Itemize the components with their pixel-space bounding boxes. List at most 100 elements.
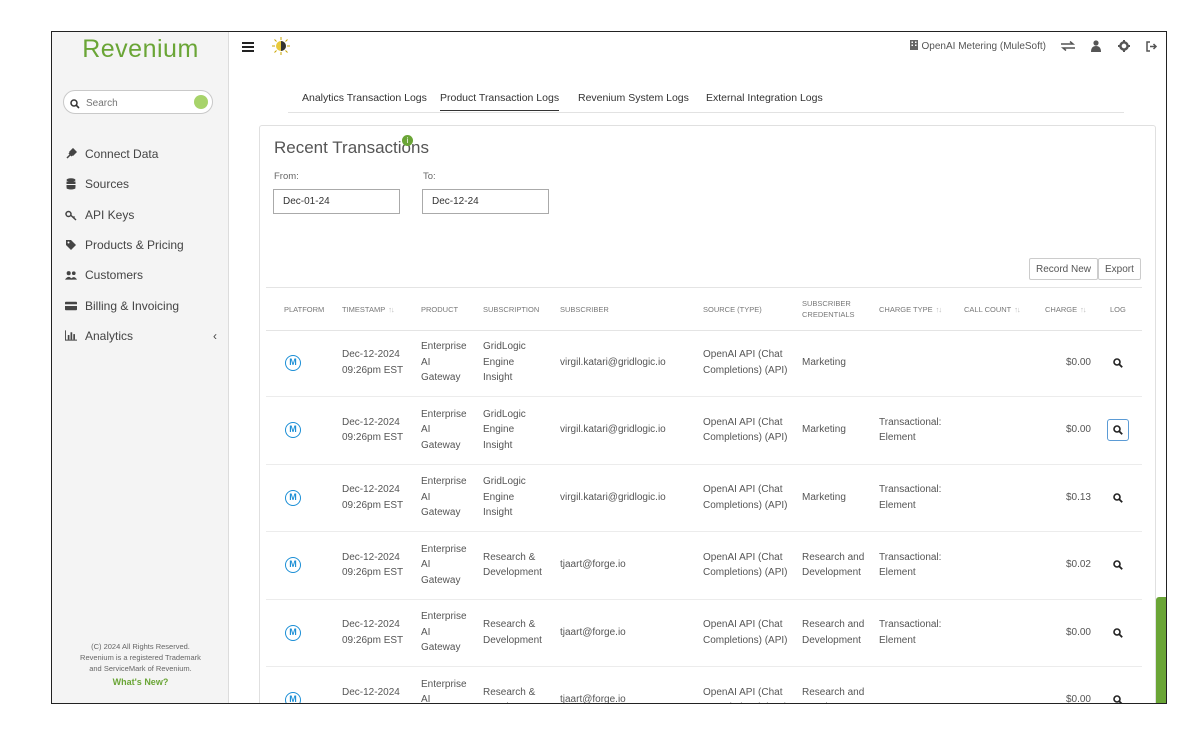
logout-icon[interactable]: [1144, 39, 1160, 53]
tag-icon: [65, 239, 77, 251]
sidebar-item-customers[interactable]: Customers: [65, 260, 217, 290]
subscriber-cell: virgil.katari@gridlogic.io: [560, 491, 666, 503]
view-log-button[interactable]: [1107, 487, 1129, 509]
tab-revenium-system-logs[interactable]: Revenium System Logs: [578, 92, 689, 110]
charge-type-cell: Transactional: Element: [879, 551, 942, 579]
sidebar-item-analytics[interactable]: Analytics ‹: [65, 321, 217, 351]
credentials-cell: Research andDevelopment: [802, 686, 865, 704]
column-header-charge[interactable]: CHARGE ↑↓: [1045, 288, 1087, 330]
menu-icon[interactable]: [242, 39, 254, 57]
column-header-log: LOG: [1110, 304, 1126, 314]
search-input[interactable]: [84, 93, 188, 113]
to-date-field[interactable]: [422, 189, 549, 214]
sidebar-item-label: API Keys: [85, 207, 135, 222]
gear-icon[interactable]: [1116, 39, 1132, 53]
search-status-dot: [194, 95, 208, 109]
table-row[interactable]: M Dec-12-202409:26pm EST EnterpriseAIGatew…: [266, 329, 1142, 397]
tab-product-transaction-logs[interactable]: Product Transaction Logs: [440, 92, 560, 111]
recent-transactions-panel: Recent Transactions i From: To: Record N…: [259, 125, 1156, 704]
from-date-field[interactable]: [273, 189, 400, 214]
info-icon[interactable]: i: [402, 135, 413, 146]
subscription-cell: GridLogic Engine Insight: [483, 341, 526, 384]
credentials-cell: Research andDevelopment: [802, 551, 865, 579]
column-header-subscription[interactable]: SUBSCRIPTION: [483, 288, 539, 330]
search-icon: [1113, 627, 1123, 638]
tenant-selector[interactable]: OpenAI Metering (MuleSoft): [909, 39, 1046, 53]
sidebar-item-sources[interactable]: Sources: [65, 169, 217, 199]
feedback-tab[interactable]: [1156, 597, 1166, 703]
trademark-text: Revenium is a registered Trademark: [80, 653, 201, 662]
column-header-source-type[interactable]: SOURCE (TYPE): [703, 288, 762, 330]
search-icon: [1113, 425, 1123, 435]
table-row[interactable]: M Dec-12-202409:26pm EST EnterpriseAIGatew…: [266, 599, 1142, 667]
subscriber-cell: virgil.katari@gridlogic.io: [560, 356, 666, 368]
tab-analytics-transaction-logs[interactable]: Analytics Transaction Logs: [302, 92, 427, 110]
column-header-timestamp[interactable]: TIMESTAMP ↑↓: [342, 288, 395, 330]
brand-sun-icon[interactable]: [271, 36, 291, 56]
revenium-logo[interactable]: Revenium: [52, 35, 229, 64]
product-cell: EnterpriseAIGateway: [421, 543, 467, 586]
chevron-left-icon[interactable]: ‹: [213, 329, 217, 343]
platform-cell: M: [285, 667, 301, 703]
view-log-button[interactable]: [1107, 554, 1129, 576]
charge-type-cell: Transactional: Element: [879, 619, 942, 646]
switch-arrows-icon[interactable]: [1060, 39, 1076, 53]
sidebar-nav: Connect Data Sources API Keys Products &…: [65, 139, 217, 351]
sidebar-item-api-keys[interactable]: API Keys: [65, 200, 217, 230]
timestamp-cell: Dec-12-202409:26pm EST: [342, 484, 404, 511]
source-cell: OpenAI API (ChatCompletions) (API): [703, 484, 788, 511]
sort-icon: ↑↓: [388, 304, 394, 314]
user-icon[interactable]: [1088, 39, 1104, 53]
column-header-platform[interactable]: PLATFORM: [284, 288, 324, 330]
column-header-charge-type[interactable]: CHARGE TYPE ↑↓: [879, 288, 942, 330]
table-row[interactable]: M Dec-12-202409:26pm EST EnterpriseAIGatew…: [266, 532, 1142, 600]
sort-icon: ↑↓: [1014, 304, 1020, 314]
export-button[interactable]: Export: [1098, 258, 1141, 280]
sidebar-item-label: Customers: [85, 268, 144, 283]
platform-cell: M: [285, 599, 301, 666]
sidebar-item-products-pricing[interactable]: Products & Pricing: [65, 230, 217, 260]
product-cell: EnterpriseAIGateway: [421, 678, 467, 704]
view-log-button[interactable]: [1107, 419, 1129, 441]
platform-cell: M: [285, 329, 301, 396]
sidebar-item-label: Products & Pricing: [85, 238, 184, 253]
credentials-cell: Marketing: [802, 424, 846, 436]
timestamp-cell: Dec-12-202409:26pm EST: [342, 416, 404, 444]
log-tabs: Analytics Transaction Logs Product Trans…: [288, 81, 1124, 113]
platform-cell: M: [285, 464, 301, 531]
source-cell: OpenAI API (ChatCompletions) (API): [703, 619, 788, 646]
view-log-button[interactable]: [1107, 689, 1129, 703]
table-row[interactable]: M Dec-12-202409:26pm EST EnterpriseAIGatew…: [266, 397, 1142, 465]
copyright-text: (C) 2024 All Rights Reserved.: [91, 642, 190, 651]
log-cell: [1107, 464, 1129, 531]
log-cell: [1107, 667, 1129, 703]
table-row[interactable]: M Dec-12-202409:26pm EST EnterpriseAIGatew…: [266, 667, 1142, 704]
table-row[interactable]: M Dec-12-202409:26pm EST EnterpriseAIGatew…: [266, 464, 1142, 532]
sidebar-footer: (C) 2024 All Rights Reserved. Revenium i…: [52, 641, 229, 688]
column-header-call-count[interactable]: CALL COUNT ↑↓: [964, 288, 1021, 330]
to-label: To:: [423, 171, 436, 182]
log-cell: [1107, 329, 1129, 396]
top-right-toolbar: OpenAI Metering (MuleSoft): [909, 38, 1167, 54]
product-cell: EnterpriseAIGateway: [421, 611, 467, 654]
column-header-subscriber[interactable]: SUBSCRIBER: [560, 288, 609, 330]
whats-new-link[interactable]: What's New?: [52, 677, 229, 688]
sidebar-item-label: Sources: [85, 177, 130, 192]
record-new-button[interactable]: Record New: [1029, 258, 1099, 280]
subscriber-cell: tjaart@forge.io: [560, 694, 626, 704]
mulesoft-icon: M: [285, 422, 301, 438]
view-log-button[interactable]: [1107, 622, 1129, 644]
sidebar-item-label: Analytics: [85, 328, 134, 343]
sort-icon: ↑↓: [935, 304, 942, 314]
view-log-button[interactable]: [1107, 352, 1129, 374]
column-header-product[interactable]: PRODUCT: [421, 288, 458, 330]
search-box[interactable]: [63, 90, 213, 114]
timestamp-cell: Dec-12-202409:26pm EST: [342, 349, 404, 376]
sidebar-item-billing-invoicing[interactable]: Billing & Invoicing: [65, 290, 217, 320]
subscriber-cell: tjaart@forge.io: [560, 626, 626, 638]
column-header-subscriber-credentials[interactable]: SUBSCRIBER CREDENTIALS: [802, 288, 862, 330]
tab-external-integration-logs[interactable]: External Integration Logs: [706, 92, 823, 110]
sidebar-item-connect-data[interactable]: Connect Data: [65, 139, 217, 169]
mulesoft-icon: M: [285, 489, 301, 506]
platform-cell: M: [285, 397, 301, 464]
